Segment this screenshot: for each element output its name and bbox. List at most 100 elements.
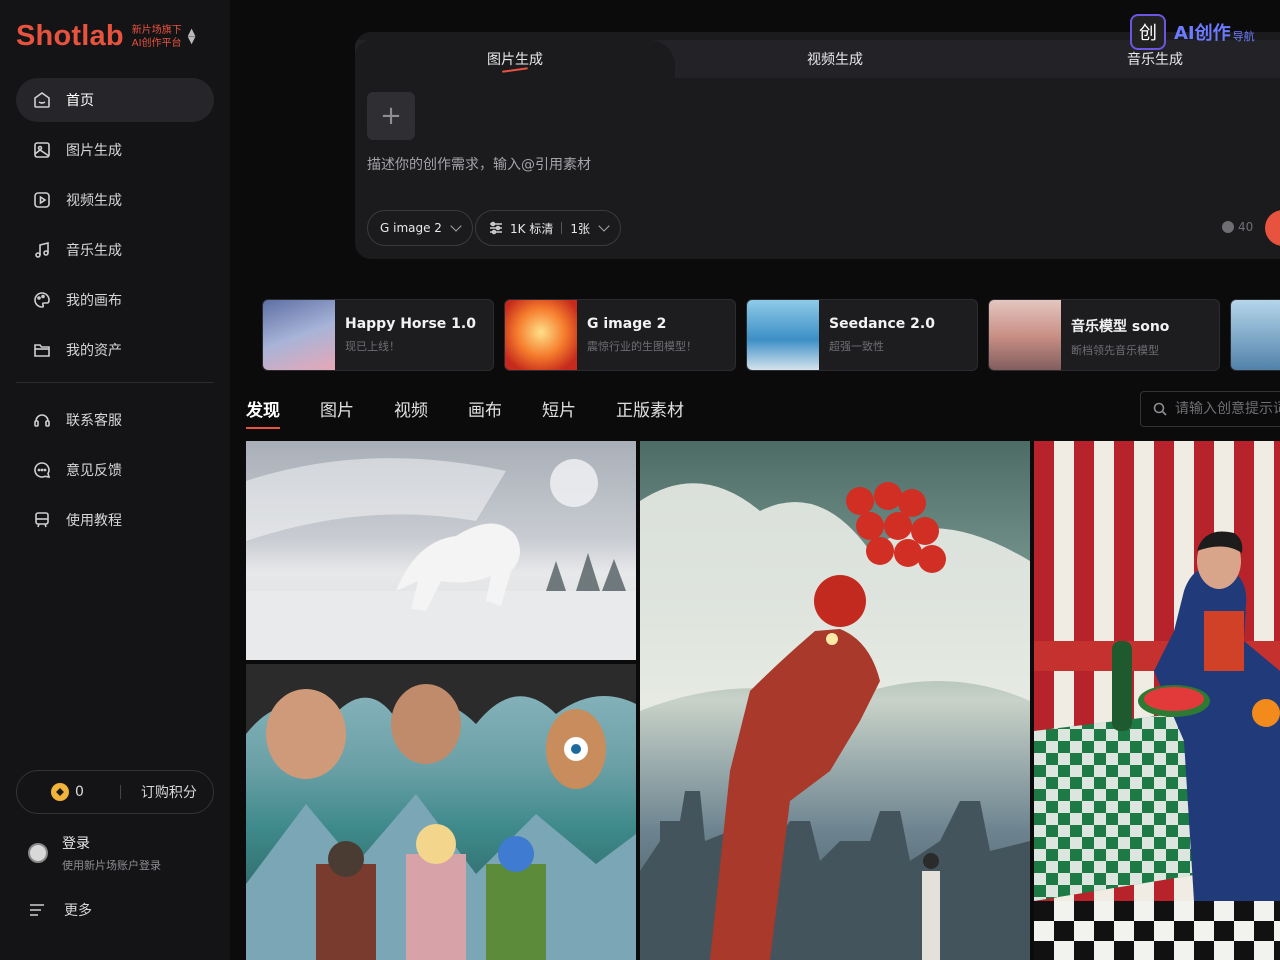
- generate-button[interactable]: [1265, 210, 1280, 246]
- promo-text: G image 2 震惊行业的生图模型！: [577, 300, 697, 370]
- cost-indicator: 40: [1222, 220, 1253, 234]
- promo-thumbnail: [263, 300, 335, 370]
- promo-thumbnail: [989, 300, 1061, 370]
- count-value: 1张: [570, 221, 590, 236]
- promo-thumbnail: [1231, 300, 1280, 370]
- gallery-item[interactable]: [640, 441, 1030, 960]
- promo-subtitle: 震惊行业的生图模型！: [587, 340, 697, 353]
- tab-image-generation[interactable]: 图片生成: [355, 40, 675, 78]
- sidebar-item-label: 联系客服: [66, 413, 122, 429]
- promo-subtitle: 现已上线！: [345, 340, 400, 353]
- more-label: 更多: [64, 903, 92, 919]
- promo-thumbnail: [747, 300, 819, 370]
- tab-shorts[interactable]: 短片: [542, 396, 576, 429]
- sidebar-item-music[interactable]: 音乐生成: [16, 228, 214, 272]
- promo-card[interactable]: Seedance 2.0 超强一致性: [746, 299, 978, 371]
- folder-icon: [34, 344, 50, 357]
- search-input[interactable]: [1175, 401, 1280, 417]
- sidebar-item-label: 使用教程: [66, 513, 122, 529]
- promo-text: Seedance 2.0 超强一致性: [819, 300, 935, 370]
- sidebar-item-home[interactable]: 首页: [16, 78, 214, 122]
- tab-discover[interactable]: 发现: [246, 396, 280, 429]
- brand-tagline: 新片场旗下 AI创作平台: [132, 24, 182, 50]
- nav-divider: [16, 382, 214, 383]
- coin-icon: [1222, 221, 1234, 233]
- points-balance: 0: [75, 784, 84, 800]
- sidebar-nav: 首页 图片生成 视频生成 音乐生成 我的画布 我的资产 联系客服 意见反馈 使用…: [16, 78, 214, 548]
- palette-icon: [34, 292, 50, 308]
- composer-panel: 图片生成 视频生成 音乐生成 + G image 2 1K 标清 1张 40: [355, 32, 1280, 259]
- promo-text: 音乐模型 sono 断档领先音乐模型: [1061, 300, 1169, 370]
- tab-images[interactable]: 图片: [320, 396, 354, 429]
- quality-count-select[interactable]: 1K 标清 1张: [475, 210, 621, 246]
- login-entry[interactable]: 登录 使用新片场账户登录: [28, 833, 161, 873]
- gallery-image: [246, 458, 636, 660]
- image-icon: [34, 142, 50, 158]
- login-subtitle: 使用新片场账户登录: [62, 859, 161, 872]
- sidebar-item-label: 音乐生成: [66, 243, 122, 259]
- promo-card[interactable]: G image 2 震惊行业的生图模型！: [504, 299, 736, 371]
- headset-icon: [34, 414, 50, 427]
- sidebar-item-video[interactable]: 视频生成: [16, 178, 214, 222]
- sidebar-item-image[interactable]: 图片生成: [16, 128, 214, 172]
- sidebar-item-label: 我的画布: [66, 293, 122, 309]
- cost-value: 40: [1238, 220, 1254, 234]
- video-icon: [34, 192, 50, 208]
- sidebar-item-feedback[interactable]: 意见反馈: [16, 448, 214, 492]
- promo-strip: Happy Horse 1.0 现已上线！ G image 2 震惊行业的生图模…: [262, 299, 1280, 371]
- promo-title: G image 2: [587, 316, 667, 332]
- gallery-item[interactable]: [246, 441, 636, 660]
- tab-video-generation[interactable]: 视频生成: [675, 40, 995, 78]
- model-select-value: G image 2: [380, 221, 442, 235]
- tab-label: 视频生成: [807, 52, 863, 68]
- sidebar-item-tutorial[interactable]: 使用教程: [16, 498, 214, 542]
- watermark-sub: 导航: [1232, 30, 1255, 43]
- quality-value: 1K 标清: [510, 221, 554, 236]
- gallery-item[interactable]: [246, 664, 636, 960]
- tab-canvas[interactable]: 画布: [468, 396, 502, 429]
- tutorial-icon: [35, 512, 49, 528]
- promo-card[interactable]: [1230, 299, 1280, 371]
- gallery-item[interactable]: [1034, 441, 1280, 960]
- sidebar-item-canvas[interactable]: 我的画布: [16, 278, 214, 322]
- gallery-image: [1034, 531, 1280, 960]
- search-icon: [1153, 402, 1167, 416]
- prompt-input[interactable]: [367, 154, 1247, 176]
- chevron-up-down-icon[interactable]: ▲ ▼: [188, 27, 196, 45]
- promo-card[interactable]: 音乐模型 sono 断档领先音乐模型: [988, 299, 1220, 371]
- search-box: [1140, 391, 1280, 427]
- sidebar-item-label: 图片生成: [66, 143, 122, 159]
- sidebar: Shotlab 新片场旗下 AI创作平台 ▲ ▼ 首页 图片生成 视频生成 音乐生…: [0, 0, 230, 960]
- more-button[interactable]: 更多: [28, 900, 92, 920]
- brand[interactable]: Shotlab 新片场旗下 AI创作平台 ▲ ▼: [16, 20, 195, 53]
- brand-tagline-line1: 新片场旗下: [131, 24, 182, 36]
- sidebar-item-label: 意见反馈: [66, 463, 122, 479]
- promo-title: Seedance 2.0: [829, 316, 935, 332]
- points-divider: [119, 785, 121, 799]
- login-title: 登录: [62, 836, 90, 852]
- music-icon: [35, 241, 49, 258]
- promo-title: Happy Horse 1.0: [345, 316, 476, 332]
- plus-icon: +: [380, 101, 402, 131]
- sidebar-item-label: 我的资产: [66, 343, 122, 359]
- category-tabs: 发现 图片 视频 画布 短片 正版素材: [246, 396, 724, 429]
- promo-thumbnail: [505, 300, 577, 370]
- sidebar-item-label: 首页: [66, 93, 94, 109]
- buy-points-button[interactable]: 订购积分: [141, 782, 197, 802]
- chevron-down-icon: [450, 220, 462, 232]
- promo-card[interactable]: Happy Horse 1.0 现已上线！: [262, 299, 494, 371]
- pill-divider: [561, 222, 563, 234]
- promo-title: 音乐模型 sono: [1071, 319, 1170, 335]
- brand-tagline-line2: AI创作平台: [131, 37, 182, 49]
- points-box: 0 订购积分: [16, 770, 214, 814]
- sidebar-item-assets[interactable]: 我的资产: [16, 328, 214, 372]
- upload-reference-button[interactable]: +: [367, 92, 415, 140]
- sliders-icon: [490, 221, 502, 235]
- tab-licensed-assets[interactable]: 正版素材: [616, 396, 684, 429]
- watermark-icon: 创: [1130, 14, 1166, 50]
- tab-videos[interactable]: 视频: [394, 396, 428, 429]
- chat-icon: [34, 462, 51, 479]
- watermark-text: AI创作: [1174, 23, 1231, 44]
- sidebar-item-support[interactable]: 联系客服: [16, 398, 214, 442]
- model-select[interactable]: G image 2: [367, 210, 473, 246]
